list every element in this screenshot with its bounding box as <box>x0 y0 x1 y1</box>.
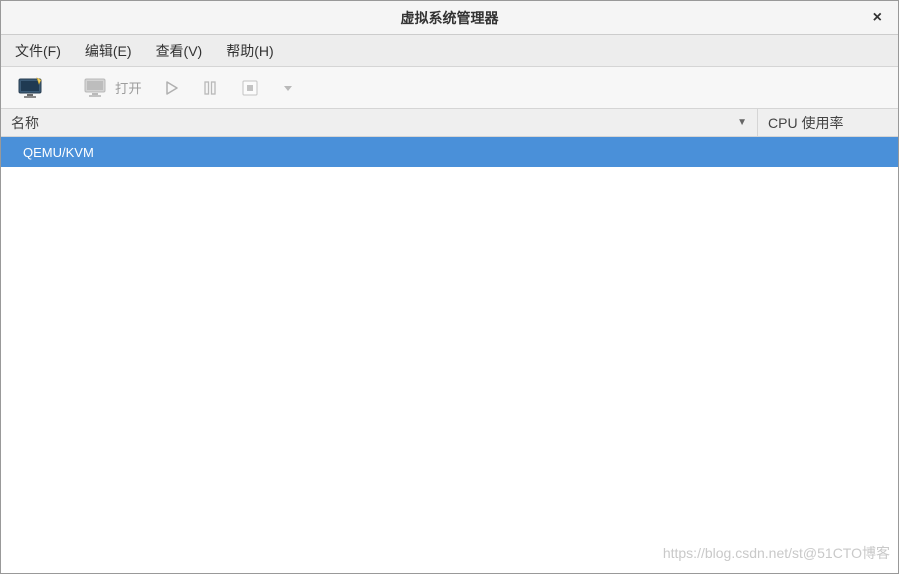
run-button[interactable] <box>156 76 188 100</box>
titlebar: 虚拟系统管理器 × <box>1 1 898 35</box>
connection-tree[interactable]: QEMU/KVM https://blog.csdn.net/st@51CTO博… <box>1 137 898 573</box>
menu-view[interactable]: 查看(V) <box>150 37 209 65</box>
open-console-button[interactable]: 打开 <box>75 73 150 103</box>
toolbar: 打开 <box>1 67 898 109</box>
window-title: 虚拟系统管理器 <box>401 8 499 28</box>
play-icon <box>164 80 180 96</box>
monitor-new-icon <box>17 76 45 100</box>
menu-help[interactable]: 帮助(H) <box>220 37 279 65</box>
chevron-down-icon <box>282 82 294 94</box>
shutdown-button[interactable] <box>232 74 268 102</box>
monitor-icon <box>83 77 109 99</box>
watermark-text: https://blog.csdn.net/st@51CTO博客 <box>663 543 890 563</box>
menu-file[interactable]: 文件(F) <box>9 37 67 65</box>
column-cpu-label: CPU 使用率 <box>768 113 843 133</box>
column-headers: 名称 ▼ CPU 使用率 <box>1 109 898 137</box>
stop-icon <box>240 78 260 98</box>
pause-button[interactable] <box>194 76 226 100</box>
new-vm-button[interactable] <box>9 72 53 104</box>
menubar: 文件(F) 编辑(E) 查看(V) 帮助(H) <box>1 35 898 67</box>
pause-icon <box>202 80 218 96</box>
shutdown-menu-button[interactable] <box>274 78 302 98</box>
column-cpu[interactable]: CPU 使用率 <box>758 109 898 136</box>
connection-label: QEMU/KVM <box>23 145 94 160</box>
tree-row[interactable]: QEMU/KVM <box>1 137 898 167</box>
virt-manager-window: 虚拟系统管理器 × 文件(F) 编辑(E) 查看(V) 帮助(H) <box>0 0 899 574</box>
menu-edit[interactable]: 编辑(E) <box>79 37 138 65</box>
sort-indicator-icon: ▼ <box>737 117 747 128</box>
close-button[interactable]: × <box>867 7 888 29</box>
column-name[interactable]: 名称 ▼ <box>1 109 758 136</box>
column-name-label: 名称 <box>11 113 39 133</box>
open-label: 打开 <box>115 78 142 97</box>
